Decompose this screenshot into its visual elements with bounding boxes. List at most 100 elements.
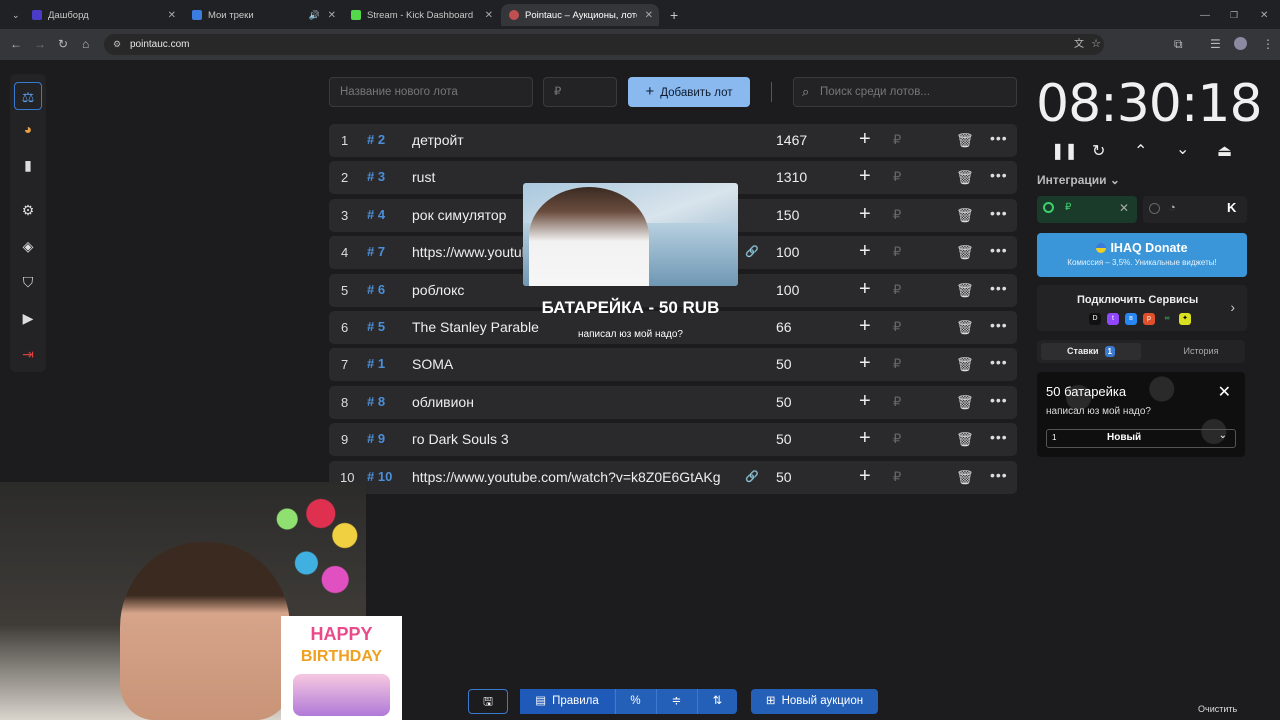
sort-icon[interactable]: ⇅: [697, 689, 737, 714]
close-icon[interactable]: ✕: [168, 10, 176, 21]
rub-input[interactable]: ₽: [893, 282, 901, 298]
plus-icon[interactable]: +: [859, 465, 871, 488]
close-icon[interactable]: ✕: [1218, 382, 1231, 402]
split-icon[interactable]: ≑: [656, 689, 696, 714]
lot-row[interactable]: 8 # 8 обливион 50 + ₽ 🗑 •••: [329, 386, 1017, 419]
more-icon[interactable]: •••: [990, 205, 1008, 221]
tab-list-button[interactable]: ⌄: [4, 4, 20, 26]
clear-button[interactable]: Очистить: [1198, 704, 1237, 714]
reload-icon[interactable]: ↻: [58, 37, 68, 51]
play-icon[interactable]: ▶: [18, 308, 38, 328]
rub-input[interactable]: ₽: [893, 319, 901, 335]
percent-button[interactable]: %: [615, 689, 655, 714]
new-tab-button[interactable]: +: [662, 4, 682, 26]
more-icon[interactable]: •••: [990, 167, 1008, 183]
more-icon[interactable]: •••: [990, 354, 1008, 370]
rules-button[interactable]: ▤ Правила: [520, 689, 614, 714]
bar-chart-icon[interactable]: ▮: [18, 155, 38, 175]
rub-input[interactable]: ₽: [893, 394, 901, 410]
plus-icon[interactable]: +: [859, 165, 871, 188]
ihaq-donate-banner[interactable]: IHAQ Donate Комиссия – 3,5%. Уникальные …: [1037, 233, 1247, 277]
layers-icon[interactable]: ◈: [18, 236, 38, 256]
kebab-menu-icon[interactable]: ⋮: [1262, 37, 1274, 51]
plus-icon[interactable]: +: [859, 315, 871, 338]
lot-name[interactable]: детройт: [412, 132, 726, 148]
trash-icon[interactable]: 🗑: [956, 431, 974, 448]
tab-search-icon[interactable]: ☰: [1210, 37, 1221, 51]
plus-icon[interactable]: +: [859, 240, 871, 263]
chevron-up-icon[interactable]: ⌃: [1134, 141, 1147, 161]
tab-dashboard[interactable]: Дашборд ✕: [24, 4, 182, 26]
rub-input[interactable]: ₽: [893, 207, 901, 223]
trash-icon[interactable]: 🗑: [956, 169, 974, 186]
rub-input[interactable]: ₽: [893, 169, 901, 185]
plus-icon[interactable]: +: [859, 203, 871, 226]
lot-name[interactable]: обливион: [412, 394, 726, 410]
more-icon[interactable]: •••: [990, 429, 1008, 445]
more-icon[interactable]: •••: [990, 317, 1008, 333]
plus-icon[interactable]: +: [859, 352, 871, 375]
close-icon[interactable]: ✕: [645, 10, 653, 21]
trash-icon[interactable]: 🗑: [956, 469, 974, 486]
trash-icon[interactable]: 🗑: [956, 394, 974, 411]
home-icon[interactable]: ⌂: [82, 37, 89, 51]
tab-kick-dashboard[interactable]: Stream - Kick Dashboard ✕: [343, 4, 499, 26]
new-auction-button[interactable]: ⊞ Новый аукцион: [751, 689, 878, 714]
rub-input[interactable]: ₽: [893, 356, 901, 372]
lot-search-input[interactable]: ⌕ Поиск среди лотов...: [793, 77, 1017, 107]
avatar[interactable]: [1234, 37, 1247, 50]
extensions-icon[interactable]: ⧉: [1174, 37, 1183, 52]
rub-input[interactable]: ₽: [893, 244, 901, 260]
reset-icon[interactable]: ↻: [1092, 141, 1105, 161]
connect-services-card[interactable]: Подключить Сервисы D t в p ∞ ✦ ›: [1037, 285, 1247, 331]
lot-row[interactable]: 10 # 10 https://www.youtube.com/watch?v=…: [329, 461, 1017, 494]
logout-icon[interactable]: ⇥: [18, 344, 38, 364]
more-icon[interactable]: •••: [990, 130, 1008, 146]
shield-icon[interactable]: ⛉: [18, 272, 38, 292]
tab-my-tracks[interactable]: Мои треки 🔊 ✕: [184, 4, 342, 26]
plus-icon[interactable]: +: [859, 390, 871, 413]
lot-name-input[interactable]: Название нового лота: [329, 77, 533, 107]
chevron-down-icon[interactable]: ⌄: [1176, 139, 1189, 159]
back-icon[interactable]: ←: [10, 37, 22, 51]
link-icon[interactable]: 🔗: [745, 470, 759, 483]
bid-card[interactable]: 50 батарейка написал юз мой надо? ✕ 1 Но…: [1037, 372, 1245, 457]
lot-name[interactable]: https://www.youtube.com/watch?v=k8Z0E6Gt…: [412, 469, 726, 485]
lot-row[interactable]: 7 # 1 SOMA 50 + ₽ 🗑 •••: [329, 348, 1017, 381]
bookmark-star-icon[interactable]: ☆: [1091, 34, 1101, 55]
rub-input[interactable]: ₽: [893, 469, 901, 485]
pie-chart-icon[interactable]: ◕: [18, 119, 38, 139]
integrations-title[interactable]: Интеграции ⌄: [1037, 173, 1120, 187]
gavel-icon[interactable]: ⚖: [14, 82, 42, 110]
lot-row[interactable]: 1 # 2 детройт 1467 + ₽ 🗑 •••: [329, 124, 1017, 157]
plus-icon[interactable]: +: [859, 427, 871, 450]
plus-icon[interactable]: +: [859, 128, 871, 151]
window-close-icon[interactable]: ✕: [1252, 4, 1268, 26]
integration-inactive[interactable]: ◔ K: [1143, 196, 1247, 223]
tab-pointauc[interactable]: Pointauc – Аукционы, лотере... ✕: [501, 4, 659, 26]
translate-icon[interactable]: 文: [1074, 34, 1084, 55]
more-icon[interactable]: •••: [990, 242, 1008, 258]
gear-icon[interactable]: ⚙: [18, 200, 38, 220]
trash-icon[interactable]: 🗑: [956, 244, 974, 261]
lot-name[interactable]: SOMA: [412, 356, 726, 372]
link-icon[interactable]: 🔗: [745, 245, 759, 258]
minimize-icon[interactable]: —: [1192, 4, 1210, 26]
lot-name[interactable]: го Dark Souls 3: [412, 431, 726, 447]
save-icon[interactable]: 🖫: [468, 689, 508, 714]
close-icon[interactable]: ✕: [485, 10, 493, 21]
add-lot-button[interactable]: + Добавить лот: [628, 77, 750, 107]
site-info-icon[interactable]: ⚙: [113, 34, 121, 55]
trash-icon[interactable]: 🗑: [956, 282, 974, 299]
more-icon[interactable]: •••: [990, 280, 1008, 296]
bid-lot-select[interactable]: 1 Новый ⌄: [1046, 429, 1236, 448]
lot-amount-input[interactable]: ₽: [543, 77, 617, 107]
lot-row[interactable]: 9 # 9 го Dark Souls 3 50 + ₽ 🗑 •••: [329, 423, 1017, 456]
maximize-icon[interactable]: ❐: [1222, 4, 1238, 26]
trash-icon[interactable]: 🗑: [956, 207, 974, 224]
plus-icon[interactable]: +: [859, 278, 871, 301]
tab-bids[interactable]: Ставки 1: [1041, 343, 1141, 360]
trash-icon[interactable]: 🗑: [956, 319, 974, 336]
trash-icon[interactable]: 🗑: [956, 132, 974, 149]
close-icon[interactable]: ✕: [328, 10, 336, 21]
